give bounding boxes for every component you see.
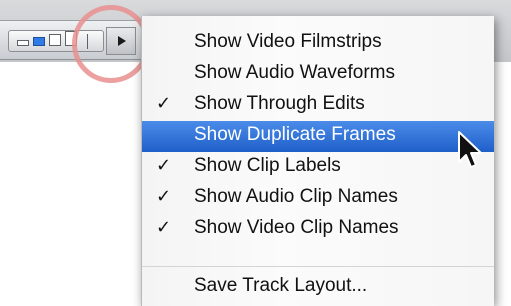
menu-item-label: Show Video Filmstrips bbox=[194, 31, 382, 52]
menu-item-label: Show Through Edits bbox=[194, 93, 365, 114]
menu-item-show-audio-clip-names[interactable]: ✓ Show Audio Clip Names bbox=[142, 183, 494, 214]
menu-separator bbox=[142, 266, 494, 267]
menu-item-label: Show Audio Waveforms bbox=[194, 62, 395, 83]
checkmark-icon: ✓ bbox=[156, 93, 172, 113]
checkmark-icon: ✓ bbox=[156, 217, 172, 237]
track-height-option-1[interactable] bbox=[17, 40, 29, 46]
menu-item-show-video-filmstrips[interactable]: Show Video Filmstrips bbox=[142, 28, 494, 59]
menu-item-show-through-edits[interactable]: ✓ Show Through Edits bbox=[142, 90, 494, 121]
menu-item-save-track-layout[interactable]: Save Track Layout... bbox=[142, 272, 494, 303]
menu-item-show-duplicate-frames[interactable]: Show Duplicate Frames bbox=[142, 121, 494, 152]
menu-item-label: Save Track Layout... bbox=[194, 275, 368, 296]
arrow-cursor-icon bbox=[458, 131, 482, 168]
highlight-circle bbox=[72, 5, 150, 83]
checkmark-icon: ✓ bbox=[156, 155, 172, 175]
checkmark-icon: ✓ bbox=[156, 186, 172, 206]
menu-item-label: Show Duplicate Frames bbox=[194, 124, 396, 145]
track-height-option-2[interactable] bbox=[33, 37, 45, 46]
menu-item-label: Show Video Clip Names bbox=[194, 217, 399, 238]
menu-item-show-video-clip-names[interactable]: ✓ Show Video Clip Names bbox=[142, 214, 494, 245]
menu-item-show-clip-labels[interactable]: ✓ Show Clip Labels bbox=[142, 152, 494, 183]
menu-item-show-audio-waveforms[interactable]: Show Audio Waveforms bbox=[142, 59, 494, 90]
menu-item-label: Show Audio Clip Names bbox=[194, 186, 398, 207]
track-layout-menu: Show Video Filmstrips Show Audio Wavefor… bbox=[141, 16, 494, 306]
menu-item-label: Show Clip Labels bbox=[194, 155, 341, 176]
track-height-option-3[interactable] bbox=[49, 34, 61, 46]
